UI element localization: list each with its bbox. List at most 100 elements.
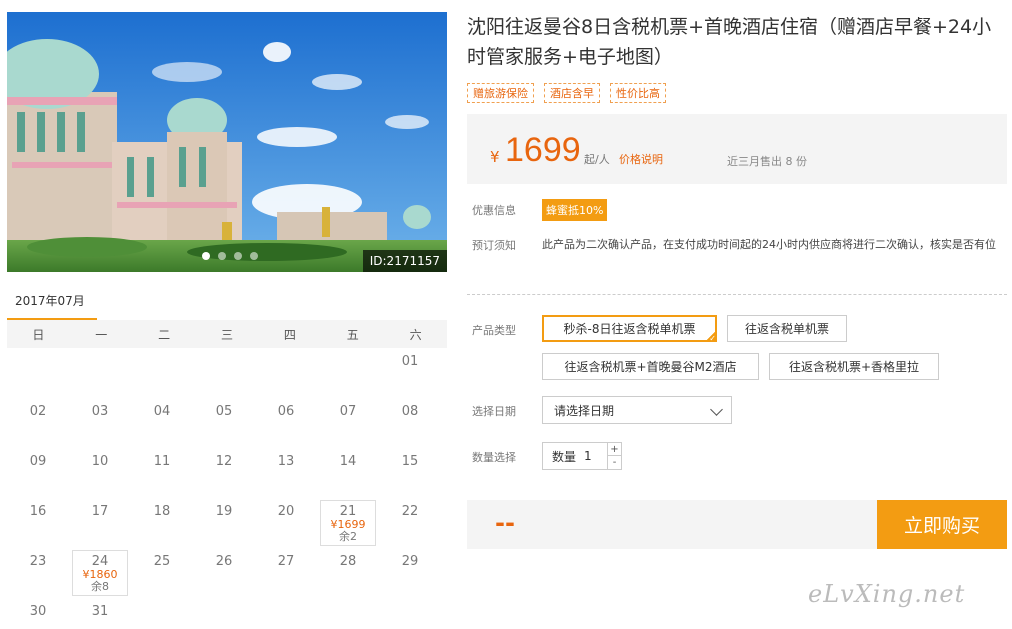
day-number: 11 <box>153 454 171 469</box>
calendar-day: 01 <box>379 348 441 398</box>
quantity-prefix: 数量 <box>552 449 577 464</box>
date-select-value: 请选择日期 <box>554 403 615 418</box>
calendar-day: 23 <box>7 548 69 598</box>
gallery-dot[interactable] <box>202 252 210 260</box>
calendar-day: 14 <box>317 448 379 498</box>
calendar-blank <box>255 348 317 398</box>
weekday-label: 一 <box>95 327 108 342</box>
calendar-day: 16 <box>7 498 69 548</box>
calendar-day: 06 <box>255 398 317 448</box>
image-id-label: ID:2171157 <box>362 250 447 272</box>
calendar-day: 15 <box>379 448 441 498</box>
day-number: 17 <box>91 504 109 519</box>
day-number: 30 <box>29 604 47 619</box>
day-number: 12 <box>215 454 233 469</box>
day-number: 23 <box>29 554 47 569</box>
day-number: 01 <box>401 354 419 369</box>
day-number: 18 <box>153 504 171 519</box>
day-number: 26 <box>215 554 233 569</box>
selected-check-icon: ✓ <box>705 330 717 343</box>
notice-text: 此产品为二次确认产品，在支付成功时间起的24小时内供应商将进行二次确认，核实是否… <box>542 238 996 251</box>
calendar-day-available[interactable]: 21 ¥1699 余2 <box>320 500 376 546</box>
weekday-label: 二 <box>158 327 171 342</box>
calendar-day: 03 <box>69 398 131 448</box>
calendar-day: 18 <box>131 498 193 548</box>
increment-button[interactable]: + <box>607 443 621 456</box>
total-bar: -- <box>467 500 877 549</box>
day-number: 22 <box>401 504 419 519</box>
day-number: 07 <box>339 404 357 419</box>
calendar-day: 26 <box>193 548 255 598</box>
watermark: eLvXing.net <box>808 580 966 608</box>
day-number: 29 <box>401 554 419 569</box>
calendar-day: 20 <box>255 498 317 548</box>
day-number: 13 <box>277 454 295 469</box>
gallery-dot[interactable] <box>250 252 258 260</box>
day-number: 16 <box>29 504 47 519</box>
day-number: 24 <box>91 554 109 569</box>
option-label: 往返含税单机票 <box>744 322 829 336</box>
day-number: 10 <box>91 454 109 469</box>
product-title: 沈阳往返曼谷8日含税机票+首晚酒店住宿（赠酒店早餐+24小时管家服务+电子地图） <box>467 16 992 68</box>
day-number: 03 <box>91 404 109 419</box>
day-number: 25 <box>153 554 171 569</box>
product-image-gallery[interactable]: ID:2171157 <box>7 12 447 272</box>
calendar-day: 04 <box>131 398 193 448</box>
product-type-option[interactable]: 往返含税机票+首晚曼谷M2酒店 <box>542 353 759 380</box>
gallery-dot[interactable] <box>218 252 226 260</box>
product-type-option[interactable]: 秒杀-8日往返含税单机票 ✓ <box>542 315 717 343</box>
product-tag: 性价比高 <box>610 83 666 103</box>
divider <box>467 294 1007 295</box>
calendar-day: 28 <box>317 548 379 598</box>
calendar-day: 08 <box>379 398 441 448</box>
price-explain-link[interactable]: 价格说明 <box>619 151 663 167</box>
calendar-day: 10 <box>69 448 131 498</box>
quantity-value[interactable]: 1 <box>584 449 592 463</box>
product-tag: 酒店含早 <box>544 83 600 103</box>
calendar-day: 27 <box>255 548 317 598</box>
price-amount: 1699 <box>505 131 581 169</box>
product-type-option[interactable]: 往返含税机票+香格里拉 <box>769 353 939 380</box>
day-number: 05 <box>215 404 233 419</box>
calendar-blank <box>69 348 131 398</box>
date-label: 选择日期 <box>472 405 516 418</box>
calendar-day: 07 <box>317 398 379 448</box>
buy-now-button[interactable]: 立即购买 <box>877 500 1007 549</box>
weekday-label: 六 <box>409 327 422 342</box>
calendar-day-available[interactable]: 24 ¥1860 余8 <box>72 550 128 596</box>
notice-label: 预订须知 <box>472 239 516 252</box>
calendar-month[interactable]: 2017年07月 <box>15 292 85 309</box>
product-tags: 赠旅游保险 酒店含早 性价比高 <box>467 83 666 103</box>
calendar-day: 31 <box>69 598 131 629</box>
weekday-label: 五 <box>346 327 359 342</box>
day-number: 14 <box>339 454 357 469</box>
date-select[interactable]: 请选择日期 <box>542 396 732 424</box>
calendar-blank <box>7 348 69 398</box>
gallery-dot[interactable] <box>234 252 242 260</box>
calendar-blank <box>131 348 193 398</box>
weekday-label: 三 <box>220 327 233 342</box>
calendar-day: 25 <box>131 548 193 598</box>
day-number: 20 <box>277 504 295 519</box>
calendar-day: 19 <box>193 498 255 548</box>
promo-badge: 蜂蜜抵10% <box>542 199 608 221</box>
day-number: 08 <box>401 404 419 419</box>
total-price: -- <box>495 509 515 537</box>
day-number: 19 <box>215 504 233 519</box>
calendar-blank <box>193 348 255 398</box>
product-type-option[interactable]: 往返含税单机票 <box>727 315 847 342</box>
palace-photo <box>7 12 447 272</box>
day-number: 28 <box>339 554 357 569</box>
product-tag: 赠旅游保险 <box>467 83 534 103</box>
calendar-grid: 01 02 03 04 05 06 07 08 09 10 11 12 13 14 15 16 17 18 19 20… <box>7 348 447 629</box>
price-unit: 起/人 <box>584 153 610 166</box>
day-number: 27 <box>277 554 295 569</box>
weekday-label: 日 <box>32 327 45 342</box>
calendar-day: 02 <box>7 398 69 448</box>
decrement-button[interactable]: - <box>607 456 621 469</box>
currency-symbol: ¥ <box>490 148 500 166</box>
calendar-day: 30 <box>7 598 69 629</box>
option-label: 往返含税机票+香格里拉 <box>788 360 920 374</box>
promo-label: 优惠信息 <box>472 204 516 217</box>
calendar-day: 13 <box>255 448 317 498</box>
